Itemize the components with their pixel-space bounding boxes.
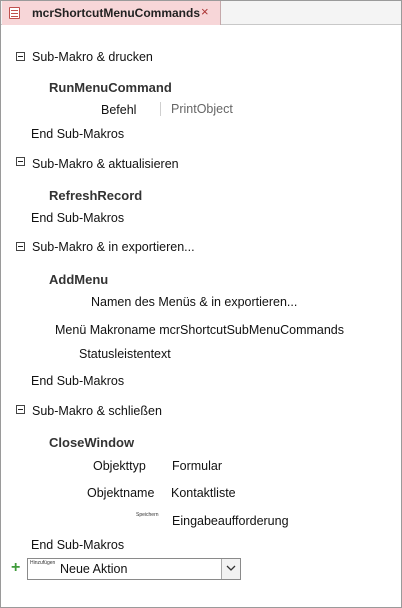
argument-text: Namen des Menüs & in exportieren...	[91, 295, 298, 309]
end-submacro-label: End Sub-Makros	[31, 538, 125, 552]
argument-value[interactable]: Kontaktliste	[171, 486, 236, 500]
close-icon[interactable]: ×	[201, 4, 209, 19]
argument-label: Objekttyp	[93, 459, 146, 473]
add-action-combobox[interactable]: Hinzufügen Neue Aktion	[27, 558, 241, 580]
argument-label: Speichern	[136, 512, 159, 518]
argument-label: Befehl	[101, 103, 137, 117]
action-name[interactable]: CloseWindow	[49, 435, 134, 450]
end-submacro-label: End Sub-Makros	[31, 211, 125, 225]
add-action-plus-icon[interactable]: +	[11, 560, 20, 576]
submacro-header[interactable]: Sub-Makro & in exportieren...	[32, 240, 195, 254]
collapse-icon[interactable]	[16, 405, 25, 414]
argument-label: Objektname	[87, 486, 155, 500]
submacro-header[interactable]: Sub-Makro & schließen	[32, 404, 162, 418]
collapse-icon[interactable]	[16, 157, 25, 166]
action-name[interactable]: RefreshRecord	[49, 188, 142, 203]
argument-value[interactable]: PrintObject	[171, 102, 233, 116]
combo-caption: Hinzufügen	[30, 560, 56, 566]
chevron-down-icon	[226, 565, 236, 571]
end-submacro-label: End Sub-Makros	[31, 374, 125, 388]
argument-text: Menü Makroname mcrShortcutSubMenuCommand…	[55, 323, 345, 337]
argument-value[interactable]: Eingabeaufforderung	[172, 514, 289, 528]
action-name[interactable]: RunMenuCommand	[49, 80, 172, 95]
argument-value[interactable]: Formular	[172, 459, 222, 473]
macro-document-tab[interactable]: mcrShortcutMenuCommands ×	[2, 1, 221, 25]
action-name[interactable]: AddMenu	[49, 272, 108, 287]
end-submacro-label: End Sub-Makros	[31, 127, 125, 141]
collapse-icon[interactable]	[16, 242, 25, 251]
submacro-header[interactable]: Sub-Makro & aktualisieren	[32, 157, 179, 171]
macro-icon	[9, 7, 20, 19]
combo-value: Neue Aktion	[60, 562, 128, 576]
tab-title: mcrShortcutMenuCommands	[32, 6, 201, 20]
submacro-header[interactable]: Sub-Makro & drucken	[32, 50, 153, 64]
argument-separator	[160, 102, 161, 116]
collapse-icon[interactable]	[16, 52, 25, 61]
document-tab-strip: mcrShortcutMenuCommands ×	[1, 1, 401, 25]
dropdown-button[interactable]	[221, 559, 240, 579]
argument-text: Statusleistentext	[79, 347, 171, 361]
